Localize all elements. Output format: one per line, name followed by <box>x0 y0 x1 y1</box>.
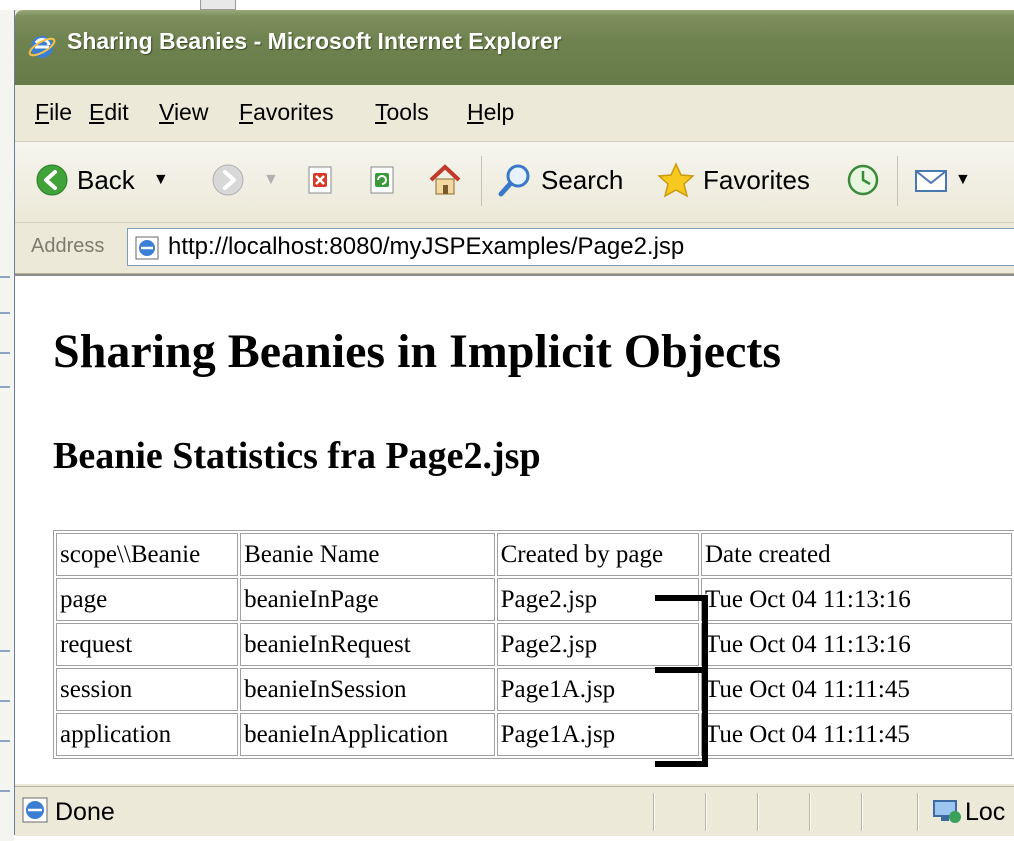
background-mark <box>0 352 10 354</box>
window-title: Sharing Beanies - Microsoft Internet Exp… <box>67 28 562 54</box>
refresh-button[interactable] <box>367 160 399 200</box>
back-button[interactable]: Back ▼ <box>35 160 169 200</box>
history-icon <box>847 164 879 196</box>
page-icon <box>135 236 159 260</box>
history-button[interactable] <box>845 160 881 200</box>
search-icon <box>498 164 530 197</box>
home-button[interactable] <box>427 160 463 200</box>
background-mark <box>0 650 10 652</box>
back-label: Back <box>77 164 135 195</box>
page-content: Sharing Beanies in Implicit Objects Bean… <box>15 274 1014 784</box>
address-input[interactable]: http://localhost:8080/myJSPExamples/Page… <box>127 228 1014 266</box>
forward-icon <box>212 164 244 196</box>
background-mark <box>0 790 10 792</box>
stop-button[interactable] <box>305 160 337 200</box>
favorites-button[interactable]: Favorites <box>657 160 810 200</box>
menu-edit[interactable]: Edit <box>89 99 129 126</box>
search-button[interactable]: Search <box>497 160 623 200</box>
back-icon <box>36 164 68 196</box>
status-divider <box>653 793 654 831</box>
menu-favorites[interactable]: Favorites <box>239 99 334 126</box>
page-done-icon <box>22 797 48 823</box>
background-mark <box>0 276 10 278</box>
stop-icon <box>308 166 332 194</box>
local-intranet-icon <box>933 800 961 823</box>
home-icon <box>429 164 461 195</box>
browser-window: Sharing Beanies - Microsoft Internet Exp… <box>14 10 1014 836</box>
menu-view[interactable]: View <box>159 99 208 126</box>
favorites-label: Favorites <box>703 164 810 195</box>
status-text: Done <box>55 798 115 826</box>
background-mark <box>0 386 10 388</box>
status-divider <box>917 793 918 831</box>
toolbar-separator <box>897 156 898 206</box>
mail-button[interactable]: ▼ <box>913 160 971 200</box>
title-bar[interactable]: Sharing Beanies - Microsoft Internet Exp… <box>15 10 1014 85</box>
address-url: http://localhost:8080/myJSPExamples/Page… <box>168 233 685 260</box>
security-zone-text: Loc <box>965 798 1006 826</box>
forward-button[interactable]: ▼ <box>211 160 279 200</box>
menu-tools[interactable]: Tools <box>375 99 429 126</box>
ie-logo-icon <box>28 36 56 58</box>
background-button <box>200 0 236 10</box>
address-bar: Address http://localhost:8080/myJSPExamp… <box>15 223 1014 274</box>
back-dropdown-icon[interactable]: ▼ <box>153 171 169 189</box>
background-mark <box>0 312 10 314</box>
status-divider <box>809 793 810 831</box>
search-label: Search <box>541 164 624 195</box>
background-mark <box>0 700 10 702</box>
favorites-star-icon <box>657 162 695 198</box>
menu-bar: File Edit View Favorites Tools Help <box>15 85 1014 142</box>
status-bar: Done Loc <box>15 786 1014 836</box>
toolbar: Back ▼ ▼ Search Favorites ▼ <box>15 142 1014 223</box>
status-divider <box>757 793 758 831</box>
status-divider <box>861 793 862 831</box>
forward-dropdown-icon[interactable]: ▼ <box>263 171 279 189</box>
background-window-edge <box>0 0 14 841</box>
mail-icon <box>915 170 947 192</box>
refresh-icon <box>370 166 394 194</box>
background-area <box>0 0 1014 10</box>
menu-file[interactable]: File <box>35 99 72 126</box>
bracket-annotation <box>655 595 708 767</box>
menu-help[interactable]: Help <box>467 99 514 126</box>
mail-dropdown-icon[interactable]: ▼ <box>955 171 971 189</box>
background-mark <box>0 740 10 742</box>
address-label: Address <box>31 235 105 257</box>
toolbar-separator <box>481 156 482 206</box>
status-divider <box>705 793 706 831</box>
